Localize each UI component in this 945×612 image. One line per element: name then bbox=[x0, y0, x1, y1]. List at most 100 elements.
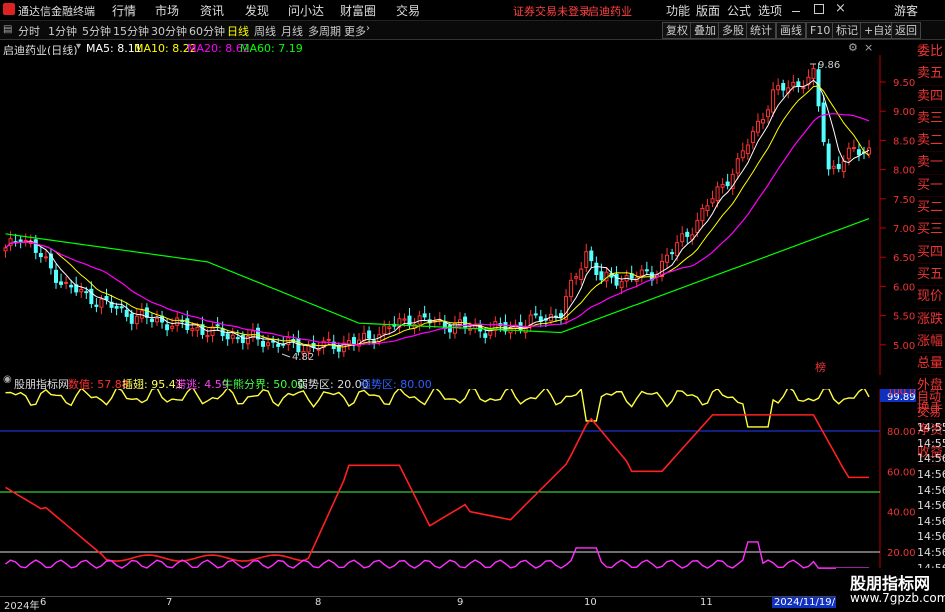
candlestick bbox=[38, 253, 43, 258]
overlay-button[interactable]: 叠加 bbox=[690, 22, 720, 39]
tab-30min[interactable]: 30分钟 bbox=[149, 23, 189, 39]
menu-item-ask[interactable]: 问小达 bbox=[288, 2, 324, 19]
candlestick bbox=[59, 281, 64, 285]
candlestick bbox=[261, 340, 266, 347]
tick-time-label: 14:56 bbox=[917, 545, 945, 559]
draw-line-button[interactable]: 画线 bbox=[776, 22, 806, 39]
tab-multi-period[interactable]: 多周期 bbox=[306, 23, 343, 39]
main-chart-legend: 启迪药业(日线) ▾ MA5: 8.11 MA10: 8.22 MA20: 8.… bbox=[0, 41, 880, 57]
maximize-icon[interactable] bbox=[814, 4, 824, 14]
app-logo-icon bbox=[3, 3, 15, 15]
menu-item-news[interactable]: 资讯 bbox=[200, 2, 224, 19]
indicator-tick-label: 100.0 bbox=[887, 389, 916, 398]
candlestick bbox=[801, 87, 806, 90]
tab-5min[interactable]: 5分钟 bbox=[80, 23, 113, 39]
candlestick bbox=[240, 334, 245, 344]
menu-item-trade[interactable]: 交易 bbox=[396, 2, 420, 19]
candlestick bbox=[766, 109, 771, 118]
candlestick bbox=[447, 325, 452, 333]
quote-field-label: 委比 bbox=[917, 41, 945, 64]
settings-gear-icon[interactable]: ⚙ bbox=[848, 41, 858, 54]
candlestick bbox=[69, 284, 74, 288]
candlestick bbox=[33, 239, 38, 253]
mark-button[interactable]: 标记 bbox=[832, 22, 862, 39]
adjust-price-button[interactable]: 复权 bbox=[662, 22, 692, 39]
price-chart[interactable]: 9.50 9.00 8.50 8.00 7.50 7.00 6.50 6.00 5.50 5.00… bbox=[0, 55, 916, 375]
tab-60min[interactable]: 60分钟 bbox=[187, 23, 227, 39]
toolbar-menu-icon[interactable]: ▤ bbox=[3, 24, 12, 35]
menu-item-discover[interactable]: 发现 bbox=[245, 2, 269, 19]
quote-field-label: 卖二 bbox=[917, 130, 945, 153]
multi-stock-button[interactable]: 多股 bbox=[718, 22, 748, 39]
tab-intraday[interactable]: 分时 bbox=[16, 23, 42, 39]
menu-item-formula[interactable]: 公式 bbox=[727, 2, 751, 19]
candlestick bbox=[750, 130, 755, 143]
candlestick bbox=[79, 288, 84, 293]
candlestick bbox=[705, 205, 710, 211]
close-panel-icon[interactable]: × bbox=[864, 41, 873, 54]
menu-item-function[interactable]: 功能 bbox=[666, 2, 690, 19]
menu-item-wealth[interactable]: 财富圈 bbox=[340, 2, 376, 19]
candlestick bbox=[700, 207, 705, 222]
candlestick bbox=[569, 279, 574, 298]
date-label: 10 bbox=[584, 597, 597, 608]
candlestick bbox=[230, 334, 235, 339]
candlestick bbox=[134, 315, 139, 325]
indicator-toggle-icon[interactable]: ◉ bbox=[3, 374, 12, 385]
ma60-label: MA60: 7.19 bbox=[240, 42, 303, 55]
minimize-icon[interactable] bbox=[792, 3, 800, 12]
candlestick bbox=[579, 268, 584, 281]
candlestick bbox=[821, 102, 826, 143]
tab-daily[interactable]: 日线 bbox=[225, 23, 251, 39]
app-title: 通达信金融终端 bbox=[18, 5, 95, 18]
candlestick bbox=[639, 269, 644, 277]
indicator-chart[interactable]: 99.89100.080.0060.0040.0020.00 bbox=[0, 389, 916, 596]
candlestick bbox=[776, 85, 781, 91]
candlestick bbox=[99, 298, 104, 308]
candlestick bbox=[326, 338, 331, 341]
tab-more[interactable]: 更多 bbox=[342, 23, 368, 39]
tick-time-label: 交易 bbox=[917, 404, 942, 419]
tab-weekly[interactable]: 周线 bbox=[252, 23, 278, 39]
candlestick bbox=[64, 281, 69, 284]
tab-monthly[interactable]: 月线 bbox=[279, 23, 305, 39]
candlestick bbox=[104, 295, 109, 301]
ranking-tag[interactable]: 榜 bbox=[815, 360, 826, 374]
candlestick bbox=[149, 318, 154, 323]
menu-item-quotes[interactable]: 行情 bbox=[112, 2, 136, 19]
candlestick bbox=[836, 164, 841, 170]
candlestick bbox=[670, 252, 675, 255]
candlestick bbox=[740, 150, 745, 159]
low-price-label: 4.82 bbox=[292, 352, 314, 363]
statistics-button[interactable]: 统计 bbox=[746, 22, 776, 39]
guest-login[interactable]: 游客 bbox=[894, 2, 918, 19]
candlestick bbox=[18, 239, 23, 242]
menu-item-market[interactable]: 市场 bbox=[155, 2, 179, 19]
f10-button[interactable]: F10 bbox=[806, 22, 835, 39]
tick-time-label: 14:56 bbox=[917, 452, 945, 466]
legend-toggle-icon[interactable]: ▾ bbox=[76, 41, 81, 52]
price-tick-label: 7.00 bbox=[893, 224, 915, 235]
quote-field-label: 卖四 bbox=[917, 86, 945, 108]
back-button[interactable]: 返回 bbox=[891, 22, 921, 39]
quote-field-label: 买一 bbox=[917, 175, 945, 198]
more-arrow-icon[interactable]: › bbox=[366, 23, 370, 34]
candlestick bbox=[351, 337, 356, 345]
candlestick bbox=[791, 81, 796, 87]
indicator-tick-label: 20.00 bbox=[887, 548, 916, 559]
candlestick bbox=[114, 305, 119, 309]
trade-status-notice[interactable]: 证券交易未登录 bbox=[513, 3, 590, 19]
candlestick bbox=[771, 89, 776, 113]
quote-field-label: 总量 bbox=[917, 353, 945, 376]
menu-item-layout[interactable]: 版面 bbox=[696, 2, 720, 19]
close-icon[interactable]: × bbox=[835, 1, 846, 16]
quote-field-label: 卖三 bbox=[917, 108, 945, 131]
quote-field-label: 现价 bbox=[917, 286, 945, 309]
menu-item-options[interactable]: 选项 bbox=[758, 2, 782, 19]
tab-15min[interactable]: 15分钟 bbox=[111, 23, 151, 39]
tab-1min[interactable]: 1分钟 bbox=[46, 23, 79, 39]
tick-time-label: 14:55 bbox=[917, 436, 945, 450]
tick-time-label: 14:56 bbox=[917, 499, 945, 513]
quote-field-label: 买四 bbox=[917, 242, 945, 264]
candlestick bbox=[124, 309, 129, 317]
